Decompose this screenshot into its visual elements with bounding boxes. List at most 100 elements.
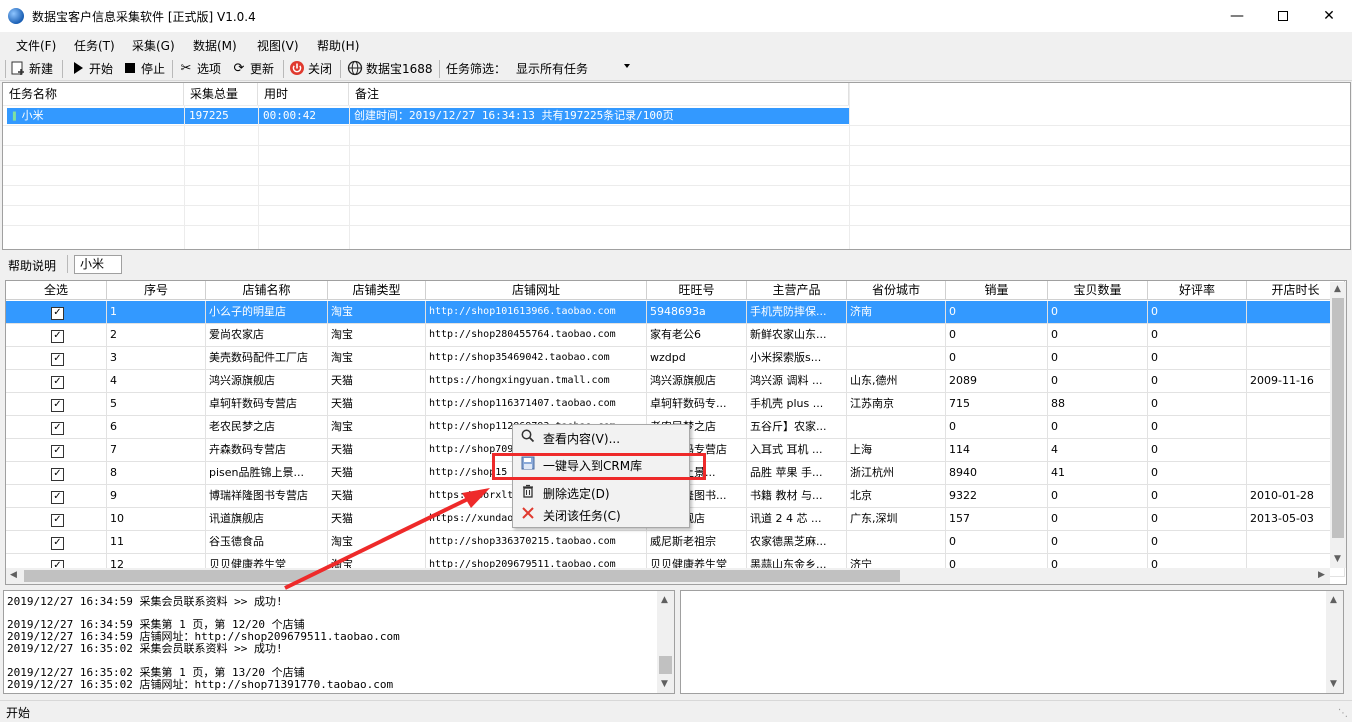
task-header-total[interactable]: 采集总量 <box>184 83 258 105</box>
column-header-province-city[interactable]: 省份城市 <box>847 281 946 300</box>
row-checkbox[interactable]: ✓ <box>51 444 64 458</box>
log-output[interactable]: 2019/12/27 16:34:59 采集会员联系资料 >> 成功! 2019… <box>3 590 675 694</box>
row-checkbox[interactable]: ✓ <box>51 375 64 389</box>
scroll-right-icon[interactable]: ▶ <box>1318 570 1325 580</box>
new-button[interactable]: 新建 <box>10 59 53 77</box>
site-link-button[interactable]: 数据宝1688 <box>347 59 433 77</box>
column-header-wangwang[interactable]: 旺旺号 <box>647 281 747 300</box>
scroll-down-icon[interactable]: ▼ <box>1334 554 1341 564</box>
cell-rating: 0 <box>1148 347 1247 370</box>
cell-sales: 8940 <box>946 462 1048 485</box>
scroll-down-icon[interactable]: ▼ <box>661 679 668 689</box>
start-button[interactable]: 开始 <box>70 59 113 77</box>
stop-button[interactable]: 停止 <box>122 59 165 77</box>
cell-item-count: 41 <box>1048 462 1148 485</box>
column-header-sales[interactable]: 销量 <box>946 281 1048 300</box>
cell-seq: 7 <box>107 439 206 462</box>
cell-shop-name: 小么子的明星店 <box>206 301 328 324</box>
menu-collect[interactable]: 采集(G) <box>132 37 175 54</box>
row-checkbox[interactable]: ✓ <box>51 352 64 366</box>
ctx-delete-selected[interactable]: 删除选定(D) <box>513 482 689 504</box>
row-checkbox[interactable]: ✓ <box>51 398 64 412</box>
horizontal-scroll-thumb[interactable] <box>24 570 900 582</box>
row-checkbox[interactable]: ✓ <box>51 513 64 527</box>
row-checkbox[interactable]: ✓ <box>51 490 64 504</box>
log-line: 2019/12/27 16:35:02 采集第 1 页，第 13/20 个店铺 <box>7 666 305 679</box>
toolbar-grip <box>5 60 6 78</box>
cell-province-city: 江苏南京 <box>847 393 946 416</box>
cell-item-count: 88 <box>1048 393 1148 416</box>
column-header-item-count[interactable]: 宝贝数量 <box>1048 281 1148 300</box>
ctx-view-content[interactable]: 查看内容(V)... <box>513 427 689 449</box>
detail-scrollbar[interactable]: ▲ ▼ <box>1326 591 1343 693</box>
menu-data[interactable]: 数据(M) <box>193 37 237 54</box>
help-label[interactable]: 帮助说明 <box>8 257 56 274</box>
cell-shop-type: 淘宝 <box>328 416 426 439</box>
task-header-name[interactable]: 任务名称 <box>3 83 184 105</box>
chevron-down-icon[interactable] <box>624 64 630 68</box>
row-checkbox-cell: ✓ <box>6 347 107 370</box>
row-checkbox[interactable]: ✓ <box>51 536 64 550</box>
cell-sales: 0 <box>946 301 1048 324</box>
column-header-shop-url[interactable]: 店铺网址 <box>426 281 647 300</box>
column-header-shop-type[interactable]: 店铺类型 <box>328 281 426 300</box>
cell-seq: 4 <box>107 370 206 393</box>
row-checkbox[interactable]: ✓ <box>51 306 64 320</box>
cell-rating: 0 <box>1148 485 1247 508</box>
column-header-seq[interactable]: 序号 <box>107 281 206 300</box>
menu-task[interactable]: 任务(T) <box>74 37 115 54</box>
detail-output[interactable] <box>680 590 1344 694</box>
log-scroll-thumb[interactable] <box>659 656 672 674</box>
cell-province-city <box>847 531 946 554</box>
cell-shop-type: 淘宝 <box>328 531 426 554</box>
column-header-main-products[interactable]: 主营产品 <box>747 281 847 300</box>
scroll-up-icon[interactable]: ▲ <box>1334 284 1341 294</box>
close-window-button[interactable]: ✕ <box>1306 0 1352 32</box>
maximize-button[interactable] <box>1260 0 1306 32</box>
task-header-note[interactable]: 备注 <box>349 83 849 105</box>
cell-shop-name: 老农民梦之店 <box>206 416 328 439</box>
minimize-button[interactable]: — <box>1214 0 1260 32</box>
cell-item-count: 0 <box>1048 485 1148 508</box>
menu-view[interactable]: 视图(V) <box>257 37 299 54</box>
cell-shop-type: 天猫 <box>328 508 426 531</box>
scroll-left-icon[interactable]: ◀ <box>10 570 17 580</box>
resize-grip-icon[interactable]: ⋱ <box>1338 708 1348 719</box>
task-header-time[interactable]: 用时 <box>258 83 349 105</box>
update-button[interactable]: ⟳ 更新 <box>231 59 274 77</box>
options-button[interactable]: ✂ 选项 <box>178 59 221 77</box>
row-checkbox[interactable]: ✓ <box>51 467 64 481</box>
task-filter-select[interactable]: 显示所有任务 <box>510 58 634 78</box>
stop-button-label: 停止 <box>141 61 166 76</box>
row-checkbox-cell: ✓ <box>6 439 107 462</box>
cell-shop-url: http://shop336370215.taobao.com <box>426 531 647 554</box>
menu-file[interactable]: 文件(F) <box>16 37 56 54</box>
cell-shop-name: 美壳数码配件工厂店 <box>206 347 328 370</box>
current-task-field[interactable]: 小米 <box>74 255 122 274</box>
column-header-rating[interactable]: 好评率 <box>1148 281 1247 300</box>
ctx-close-task[interactable]: 关闭该任务(C) <box>513 504 689 526</box>
cell-main-products: 手机壳 plus ... <box>747 393 847 416</box>
cell-rating: 0 <box>1148 439 1247 462</box>
vertical-scroll-thumb[interactable] <box>1332 298 1344 538</box>
scroll-down-icon[interactable]: ▼ <box>1330 679 1337 689</box>
row-checkbox[interactable]: ✓ <box>51 329 64 343</box>
menu-help[interactable]: 帮助(H) <box>317 37 359 54</box>
scroll-up-icon[interactable]: ▲ <box>1330 595 1337 605</box>
row-checkbox[interactable]: ✓ <box>51 421 64 435</box>
ctx-label: 查看内容(V)... <box>543 431 621 446</box>
cell-province-city: 浙江杭州 <box>847 462 946 485</box>
refresh-icon: ⟳ <box>233 60 245 76</box>
column-header-shop-name[interactable]: 店铺名称 <box>206 281 328 300</box>
status-bar <box>0 700 1352 722</box>
close-button[interactable]: 关闭 <box>289 59 332 77</box>
cell-seq: 8 <box>107 462 206 485</box>
cell-main-products: 小米探索版s... <box>747 347 847 370</box>
log-scrollbar[interactable]: ▲ ▼ <box>657 591 674 693</box>
cell-shop-url: http://shop35469042.taobao.com <box>426 347 647 370</box>
cell-wangwang: 卓轲轩数码专... <box>647 393 747 416</box>
row-checkbox-cell: ✓ <box>6 508 107 531</box>
trash-icon <box>513 484 543 502</box>
scroll-up-icon[interactable]: ▲ <box>661 595 668 605</box>
column-header-select-all[interactable]: 全选 <box>6 281 107 300</box>
